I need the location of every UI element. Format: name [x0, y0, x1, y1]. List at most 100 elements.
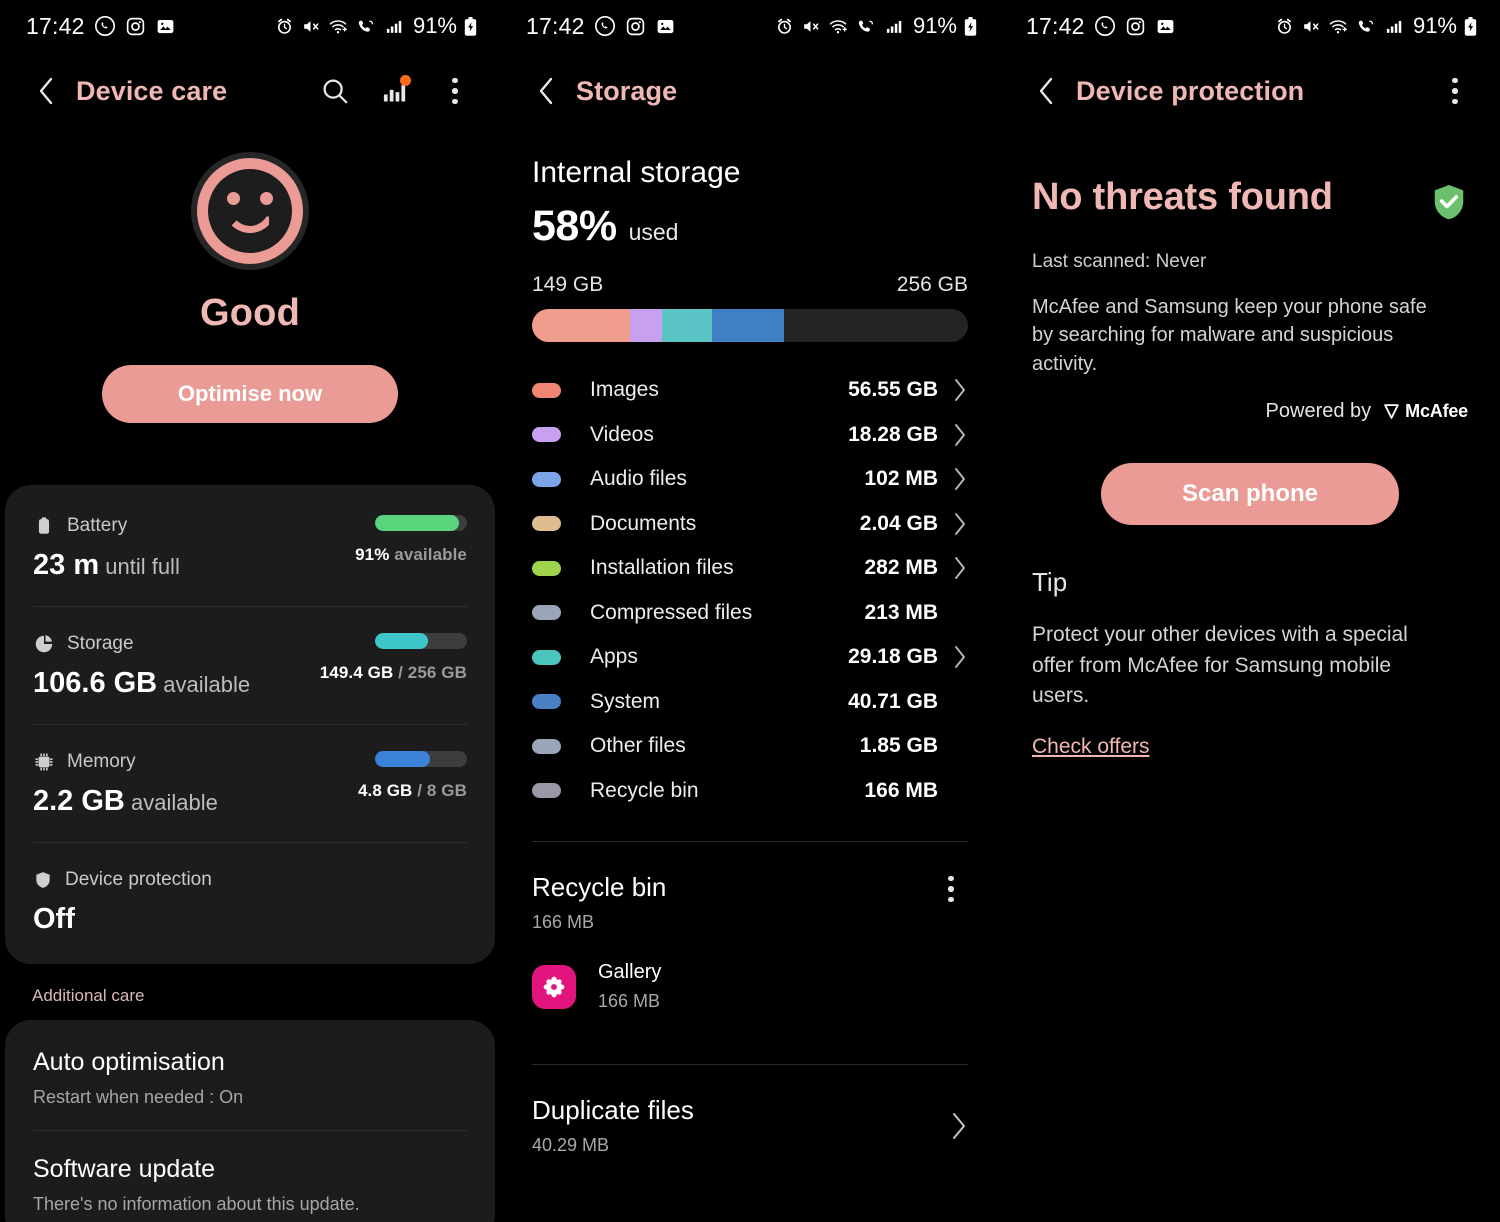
category-chevron[interactable]: [938, 555, 968, 581]
category-size: 1.85 GB: [859, 734, 938, 758]
back-button[interactable]: [1026, 71, 1066, 111]
storage-category-list: Images 56.55 GB Videos 18.28 GB Audio files 1…: [500, 368, 1000, 813]
recycle-bin-more-options-button[interactable]: [934, 872, 968, 906]
kebab-dot: [1452, 98, 1458, 105]
storage-category-row: Compressed files 213 MB: [532, 591, 968, 636]
category-chevron[interactable]: [938, 466, 968, 492]
category-chevron[interactable]: [938, 377, 968, 403]
back-button[interactable]: [26, 71, 66, 111]
category-chevron[interactable]: [938, 511, 968, 537]
whatsapp-icon: [1094, 16, 1115, 36]
care-row-caption: 149.4 GB / 256 GB: [257, 663, 467, 683]
page-title: Storage: [576, 75, 678, 106]
storage-category-row[interactable]: Documents 2.04 GB: [532, 502, 968, 547]
tip-heading: Tip: [1032, 567, 1068, 598]
scan-phone-button[interactable]: Scan phone: [1101, 463, 1399, 526]
battery-charging-icon: [464, 16, 477, 36]
kebab-dot: [452, 88, 458, 94]
search-button[interactable]: [318, 74, 352, 108]
status-bar: 17:42 91%: [500, 0, 1000, 52]
alarm-icon: [1277, 18, 1291, 34]
storage-stack-segment: [712, 309, 784, 342]
battery-charging-icon: [1464, 16, 1477, 36]
mcafee-wordmark: McAfee: [1405, 401, 1468, 422]
additional-row-auto-optimisation[interactable]: Auto optimisation Restart when needed : …: [33, 1024, 467, 1130]
optimise-now-button[interactable]: Optimise now: [102, 365, 398, 423]
category-color-swatch: [532, 783, 561, 799]
care-row-meter: 91% available: [257, 515, 467, 565]
care-row-value: Off: [33, 903, 467, 936]
photo-icon: [1157, 19, 1173, 33]
more-options-button[interactable]: [438, 74, 472, 108]
storage-stacked-bar: [532, 309, 968, 342]
alarm-icon: [277, 18, 291, 34]
mcafee-logo: McAfee: [1383, 401, 1468, 422]
storage-category-row[interactable]: Installation files 282 MB: [532, 546, 968, 591]
chevron-right-icon: [955, 557, 965, 580]
storage-category-row[interactable]: Audio files 102 MB: [532, 457, 968, 502]
duplicate-files-section[interactable]: Duplicate files 40.29 MB: [500, 1095, 1000, 1156]
mute-icon: [304, 20, 319, 32]
care-row-label: Device protection: [65, 869, 212, 890]
category-color-swatch: [532, 560, 561, 576]
signal-bars-icon: [886, 20, 902, 33]
mute-icon: [1304, 20, 1319, 32]
status-bar-left: 17:42: [526, 13, 676, 40]
category-size: 213 MB: [864, 600, 938, 624]
caption-rest: / 8 GB: [412, 781, 467, 800]
category-chevron[interactable]: [938, 644, 968, 670]
chevron-right-icon: [953, 1112, 965, 1139]
check-offers-link[interactable]: Check offers: [1032, 735, 1150, 759]
category-size: 18.28 GB: [848, 422, 938, 446]
more-options-button[interactable]: [1438, 74, 1472, 108]
memory-level-bar: [375, 751, 467, 767]
shield-check-icon: [1434, 184, 1464, 220]
status-bar-clock: 17:42: [526, 12, 585, 39]
status-bar: 17:42 91%: [1000, 0, 1500, 52]
care-row-label: Battery: [67, 515, 128, 536]
care-row-battery[interactable]: Battery 23 m until full 91% available: [33, 489, 467, 606]
recycle-bin-app-gallery[interactable]: Gallery 166 MB: [532, 961, 968, 1012]
smiley-face-icon: [191, 152, 309, 270]
back-button[interactable]: [526, 71, 566, 111]
category-color-swatch: [532, 471, 561, 487]
duplicate-files-row[interactable]: Duplicate files 40.29 MB: [532, 1095, 968, 1156]
usage-chart-button[interactable]: [378, 74, 412, 108]
storage-category-row[interactable]: Videos 18.28 GB: [532, 413, 968, 458]
category-chevron[interactable]: [938, 422, 968, 448]
care-row-storage[interactable]: Storage 106.6 GB available 149.4 GB / 25…: [33, 606, 467, 724]
device-care-card: Battery 23 m until full 91% available St…: [5, 485, 495, 964]
care-row-caption: 4.8 GB / 8 GB: [257, 781, 467, 801]
care-row-label: Storage: [67, 633, 134, 654]
whatsapp-icon: [94, 16, 115, 36]
recycle-bin-header: Recycle bin 166 MB: [532, 872, 968, 933]
storage-category-row[interactable]: Images 56.55 GB: [532, 368, 968, 413]
care-row-value-big: 106.6 GB: [33, 667, 158, 699]
internal-storage-section: Internal storage 58% used 149 GB 256 GB: [500, 156, 1000, 342]
used-percent: 58%: [532, 202, 617, 250]
category-size: 29.18 GB: [848, 645, 938, 669]
app-bar-actions: [318, 74, 472, 108]
gallery-app-name: Gallery: [598, 961, 662, 983]
category-name: Audio files: [590, 467, 687, 491]
gallery-app-icon: [532, 964, 576, 1009]
face-eye-right: [260, 192, 273, 205]
used-label: used: [628, 219, 679, 245]
care-row-meter: 4.8 GB / 8 GB: [257, 751, 467, 801]
photo-icon: [157, 19, 173, 33]
instagram-icon: [626, 17, 644, 35]
status-bar-right: 91%: [775, 13, 978, 39]
divider: [532, 1064, 968, 1065]
signal-bars-icon: [386, 20, 402, 33]
memory-level-fill: [375, 751, 431, 767]
care-row-value-big: 2.2 GB: [33, 785, 125, 817]
caption-rest: / 256 GB: [393, 663, 467, 682]
care-row-device-protection[interactable]: Device protection Off: [33, 842, 467, 960]
additional-row-software-update[interactable]: Software update There's no information a…: [33, 1130, 467, 1222]
care-row-memory[interactable]: Memory 2.2 GB available 4.8 GB / 8 GB: [33, 724, 467, 842]
app-bar-device-care: Device care: [0, 52, 500, 130]
gallery-app-size: 166 MB: [598, 991, 661, 1011]
threat-status-row: No threats found: [1032, 176, 1468, 229]
pie-chart-icon: [35, 635, 53, 653]
storage-category-row[interactable]: Apps 29.18 GB: [532, 635, 968, 680]
